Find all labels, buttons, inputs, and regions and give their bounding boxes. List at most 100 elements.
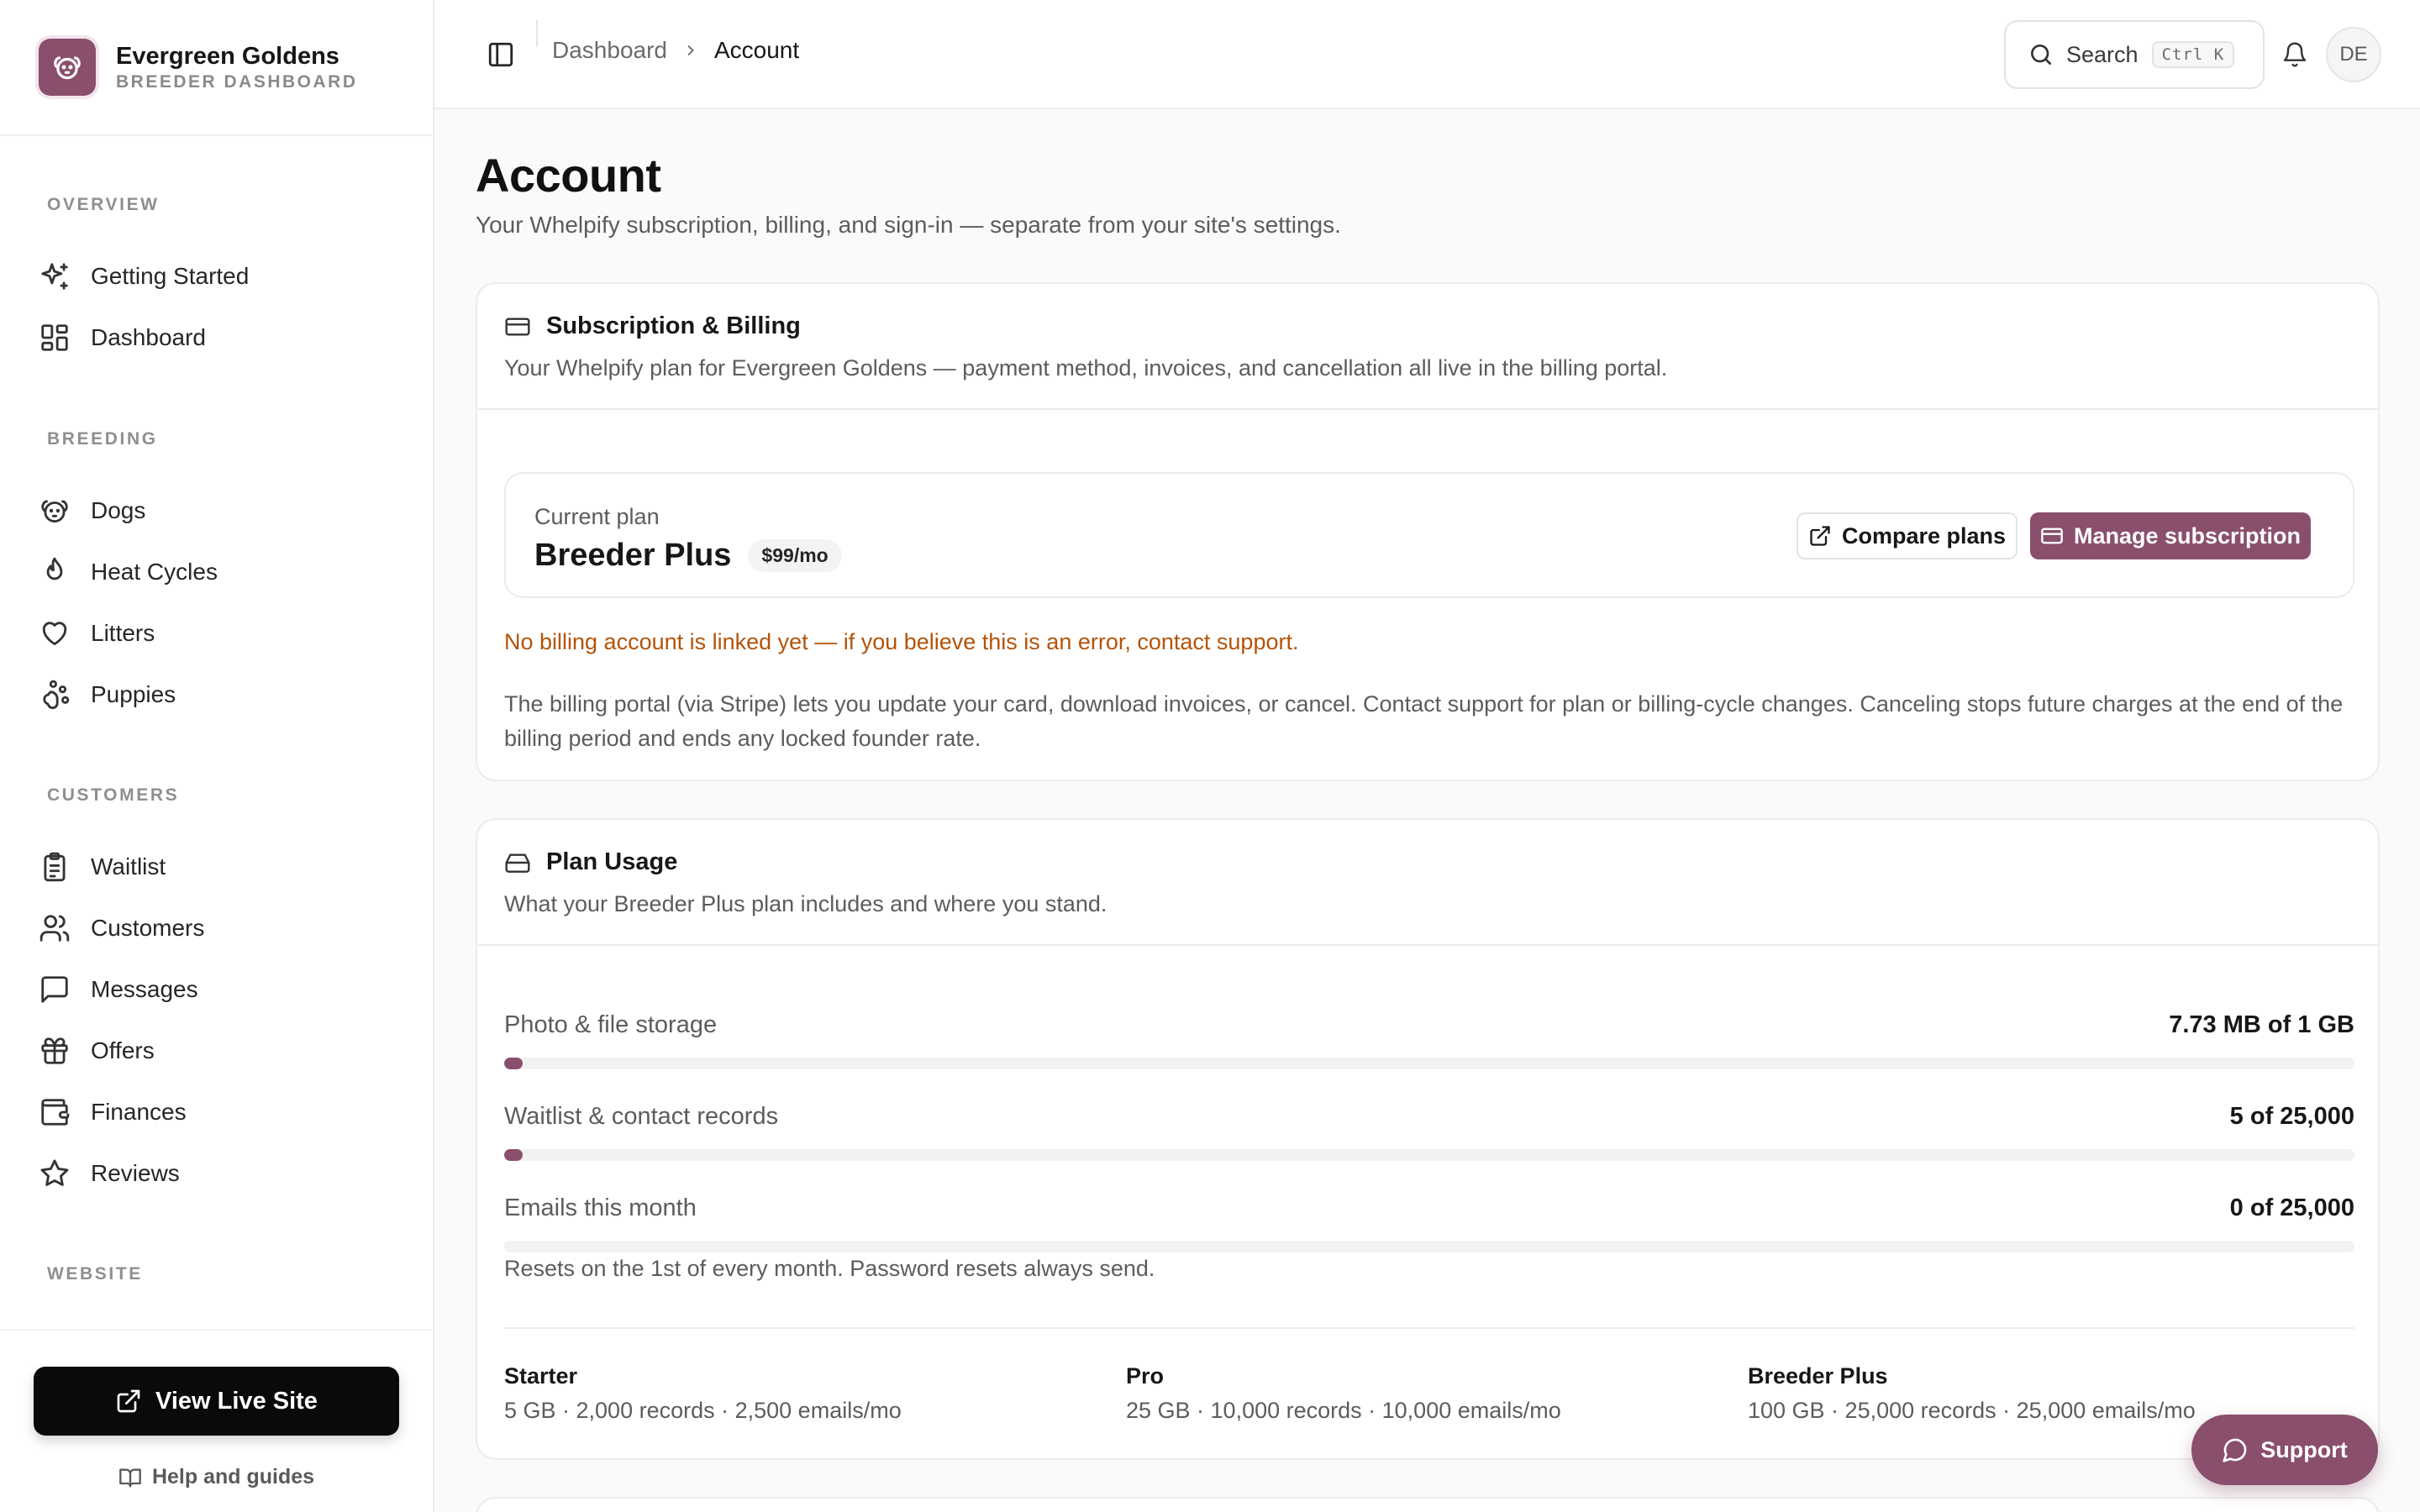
layout-grid-icon	[37, 320, 72, 355]
sidebar-item-waitlist[interactable]: Waitlist	[37, 843, 407, 890]
tier-detail: 5 GB · 2,000 records · 2,500 emails/mo	[504, 1398, 902, 1423]
usage-progress-bar	[504, 1241, 2354, 1252]
topbar: Dashboard Account Search Ctrl K DE	[434, 0, 2420, 109]
breadcrumb: Dashboard Account	[552, 37, 799, 64]
tier-detail: 25 GB · 10,000 records · 10,000 emails/m…	[1126, 1398, 1561, 1423]
view-live-site-button[interactable]: View Live Site	[34, 1367, 399, 1436]
user-avatar[interactable]: DE	[2326, 27, 2381, 82]
message-circle-icon	[2222, 1436, 2249, 1463]
users-icon	[37, 911, 72, 946]
next-card	[476, 1497, 2380, 1512]
page-subtitle: Your Whelpify subscription, billing, and…	[476, 212, 1341, 238]
gift-icon	[37, 1033, 72, 1068]
help-guides-link[interactable]: Help and guides	[0, 1465, 433, 1489]
usage-row-emails: Emails this month 0 of 25,000	[504, 1194, 2354, 1252]
panel-left-icon	[488, 42, 513, 67]
usage-progress-bar	[504, 1058, 2354, 1069]
sidebar-item-finances[interactable]: Finances	[37, 1089, 407, 1136]
notifications-button[interactable]	[2278, 38, 2312, 71]
brand-subtitle: BREEDER DASHBOARD	[116, 72, 358, 92]
card-title: Subscription & Billing	[546, 312, 801, 339]
message-square-icon	[37, 972, 72, 1007]
usage-value: 0 of 25,000	[2229, 1194, 2354, 1221]
search-shortcut: Ctrl K	[2151, 41, 2235, 68]
external-link-icon	[1808, 524, 1832, 548]
breadcrumb-dashboard-link[interactable]: Dashboard	[552, 37, 667, 64]
tier-breeder-plus: Breeder Plus 100 GB · 25,000 records · 2…	[1748, 1363, 2196, 1424]
wallet-icon	[37, 1095, 72, 1130]
book-open-icon	[118, 1466, 142, 1489]
external-link-icon	[115, 1388, 142, 1415]
sidebar-item-customers[interactable]: Customers	[37, 905, 407, 952]
sidebar-item-dashboard[interactable]: Dashboard	[37, 314, 407, 361]
billing-warning: No billing account is linked yet — if yo…	[504, 629, 1299, 654]
section-label-website: WEBSITE	[47, 1264, 143, 1284]
sidebar-item-label: Waitlist	[91, 853, 166, 879]
tier-starter: Starter 5 GB · 2,000 records · 2,500 ema…	[504, 1363, 902, 1424]
tier-detail: 100 GB · 25,000 records · 25,000 emails/…	[1748, 1398, 2196, 1423]
section-label-overview: OVERVIEW	[47, 195, 160, 214]
clipboard-list-icon	[37, 849, 72, 885]
sidebar-item-label: Offers	[91, 1037, 155, 1063]
bell-icon	[2283, 42, 2307, 67]
support-label: Support	[2260, 1436, 2348, 1462]
sidebar: Evergreen Goldens BREEDER DASHBOARD OVER…	[0, 0, 434, 1512]
compare-plans-button[interactable]: Compare plans	[1797, 512, 2018, 559]
sidebar-item-label: Dashboard	[91, 324, 206, 350]
sidebar-item-label: Dogs	[91, 497, 146, 523]
plan-usage-card: Plan Usage What your Breeder Plus plan i…	[476, 818, 2380, 1460]
dog-icon	[37, 493, 72, 528]
card-description: Your Whelpify plan for Evergreen Goldens…	[504, 355, 1668, 381]
hard-drive-icon	[504, 849, 531, 876]
dog-logo-icon	[39, 39, 96, 96]
brand-header[interactable]: Evergreen Goldens BREEDER DASHBOARD	[0, 0, 433, 136]
divider	[504, 1327, 2354, 1329]
price-badge: $99/mo	[748, 539, 842, 572]
search-label: Search	[2066, 41, 2139, 67]
credit-card-icon	[2040, 524, 2064, 548]
sidebar-toggle-button[interactable]	[485, 39, 517, 71]
star-icon	[37, 1156, 72, 1191]
plan-name-row: Breeder Plus $99/mo	[534, 538, 842, 574]
sidebar-item-puppies[interactable]: Puppies	[37, 671, 407, 718]
sidebar-item-label: Messages	[91, 976, 198, 1002]
sidebar-item-label: Customers	[91, 915, 205, 941]
sidebar-item-reviews[interactable]: Reviews	[37, 1150, 407, 1197]
sidebar-item-label: Litters	[91, 620, 155, 646]
search-icon	[2028, 41, 2054, 68]
manage-subscription-label: Manage subscription	[2073, 522, 2302, 549]
manage-subscription-button[interactable]: Manage subscription	[2030, 512, 2311, 559]
sidebar-item-label: Getting Started	[91, 263, 250, 289]
search-button[interactable]: Search Ctrl K	[2004, 20, 2265, 89]
sidebar-item-offers[interactable]: Offers	[37, 1027, 407, 1074]
sidebar-item-getting-started[interactable]: Getting Started	[37, 253, 407, 300]
usage-label: Waitlist & contact records	[504, 1103, 779, 1130]
tier-pro: Pro 25 GB · 10,000 records · 10,000 emai…	[1126, 1363, 1561, 1424]
billing-info: The billing portal (via Stripe) lets you…	[504, 691, 2344, 751]
card-header: Plan Usage What your Breeder Plus plan i…	[477, 820, 2378, 946]
tier-name: Breeder Plus	[1748, 1363, 1888, 1389]
topbar-divider	[536, 20, 538, 47]
current-plan-box: Current plan Breeder Plus $99/mo Compare…	[504, 472, 2354, 598]
sidebar-item-litters[interactable]: Litters	[37, 610, 407, 657]
sidebar-item-heat-cycles[interactable]: Heat Cycles	[37, 549, 407, 596]
reset-note: Resets on the 1st of every month. Passwo…	[504, 1256, 1155, 1281]
view-live-site-label: View Live Site	[155, 1387, 318, 1415]
usage-label: Emails this month	[504, 1194, 697, 1221]
support-button[interactable]: Support	[2191, 1415, 2378, 1485]
usage-row-storage: Photo & file storage 7.73 MB of 1 GB	[504, 1011, 2354, 1069]
sidebar-item-messages[interactable]: Messages	[37, 966, 407, 1013]
sidebar-item-label: Finances	[91, 1099, 187, 1125]
sidebar-item-label: Puppies	[91, 681, 176, 707]
flame-icon	[37, 554, 72, 590]
usage-label: Photo & file storage	[504, 1011, 718, 1038]
credit-card-icon	[504, 313, 531, 340]
brand-name: Evergreen Goldens	[116, 43, 339, 70]
usage-progress-bar	[504, 1149, 2354, 1161]
sidebar-footer: View Live Site Help and guides	[0, 1329, 433, 1512]
sidebar-item-dogs[interactable]: Dogs	[37, 487, 407, 534]
heart-icon	[37, 616, 72, 651]
sparkles-icon	[37, 259, 72, 294]
usage-progress-fill	[504, 1149, 523, 1161]
page-title: Account	[476, 149, 661, 202]
